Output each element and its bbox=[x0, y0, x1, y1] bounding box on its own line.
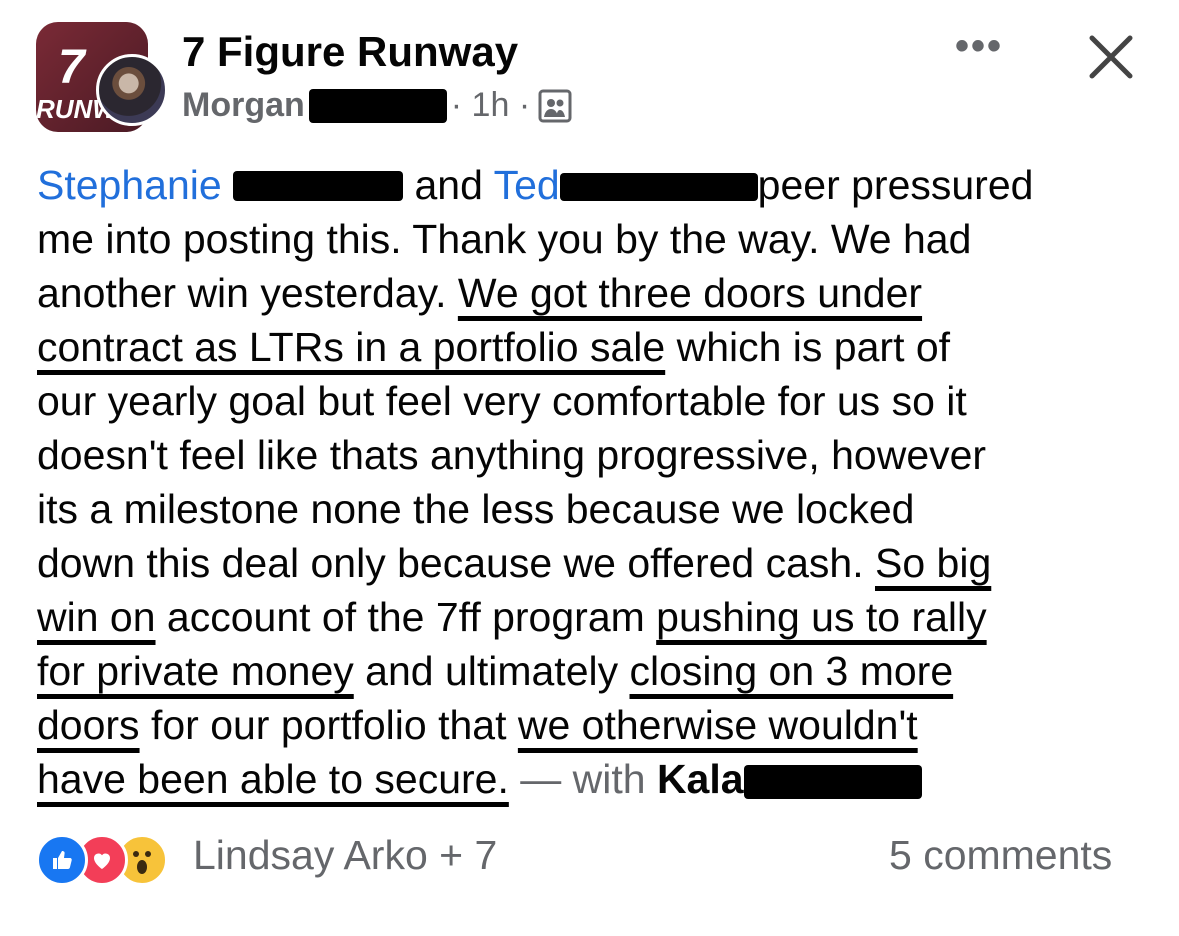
comments-count[interactable]: 5 comments bbox=[889, 832, 1112, 879]
underlined-segment: So big bbox=[875, 540, 992, 586]
post-line-2: me into posting this. Thank you by the w… bbox=[37, 216, 972, 262]
underlined-segment: closing on 3 more bbox=[629, 648, 954, 694]
underlined-segment: we otherwise wouldn't bbox=[517, 702, 918, 748]
post-line-8: down this deal only because we offered c… bbox=[37, 536, 1147, 590]
underlined-segment: doors bbox=[37, 702, 140, 748]
text-segment: account of the 7ff program bbox=[155, 594, 657, 640]
post-line-7: its a milestone none the less because we… bbox=[37, 486, 915, 532]
like-icon bbox=[36, 834, 88, 886]
post-line-5: our yearly goal but feel very comfortabl… bbox=[37, 378, 967, 424]
underlined-segment: pushing us to rally bbox=[656, 594, 987, 640]
text-segment: for our portfolio that bbox=[139, 702, 518, 748]
tag-stephanie[interactable]: Stephanie bbox=[37, 162, 222, 208]
more-options-button[interactable]: ••• bbox=[955, 24, 1003, 69]
group-members-icon bbox=[538, 89, 572, 123]
underlined-segment: have been able to secure. bbox=[37, 756, 509, 802]
close-icon[interactable] bbox=[1084, 30, 1138, 84]
post-line-1: Stephanie and Ted peer pressured bbox=[37, 158, 1147, 212]
underlined-segment: win on bbox=[37, 594, 156, 640]
text-segment: another win yesterday. bbox=[37, 270, 458, 316]
underlined-segment: for private money bbox=[37, 648, 354, 694]
post-line-4: contract as LTRs in a portfolio sale whi… bbox=[37, 320, 1147, 374]
redaction-bar bbox=[308, 88, 447, 123]
group-name[interactable]: 7 Figure Runway bbox=[182, 28, 518, 76]
text-segment: which is part of bbox=[665, 324, 951, 370]
post-time[interactable]: · 1h · bbox=[451, 86, 530, 125]
and-text: and bbox=[414, 162, 483, 208]
underlined-segment: contract as LTRs in a portfolio sale bbox=[37, 324, 666, 370]
reaction-icons[interactable] bbox=[36, 834, 168, 886]
reactors-text[interactable]: Lindsay Arko + 7 bbox=[193, 832, 497, 879]
text-segment: down this deal only because we offered c… bbox=[37, 540, 875, 586]
text-segment: and ultimately bbox=[353, 648, 630, 694]
logo-seven: 7 bbox=[58, 41, 85, 94]
underlined-segment: We got three doors under bbox=[457, 270, 923, 316]
post-line-11: doors for our portfolio that we otherwis… bbox=[37, 698, 1147, 752]
author-name[interactable]: Morgan bbox=[182, 86, 305, 125]
post-meta: Morgan · 1h · bbox=[182, 86, 572, 125]
redaction-bar bbox=[743, 765, 922, 799]
post-line-9: win on account of the 7ff program pushin… bbox=[37, 590, 1147, 644]
with-text: — with bbox=[508, 756, 657, 802]
line-1-tail: peer pressured bbox=[757, 162, 1034, 208]
tag-kala[interactable]: Kala bbox=[657, 756, 744, 802]
redaction-bar bbox=[559, 173, 758, 201]
tag-ted[interactable]: Ted bbox=[494, 162, 560, 208]
post-line-10: for private money and ultimately closing… bbox=[37, 644, 1147, 698]
post-line-6: doesn't feel like thats anything progres… bbox=[37, 432, 987, 478]
redaction-bar bbox=[233, 171, 404, 201]
post-text: Stephanie and Ted peer pressured me into … bbox=[37, 158, 1147, 806]
author-avatar[interactable] bbox=[96, 54, 168, 126]
post-line-12: have been able to secure. — with Kala bbox=[37, 752, 1147, 806]
post-line-3: another win yesterday. We got three door… bbox=[37, 266, 1147, 320]
